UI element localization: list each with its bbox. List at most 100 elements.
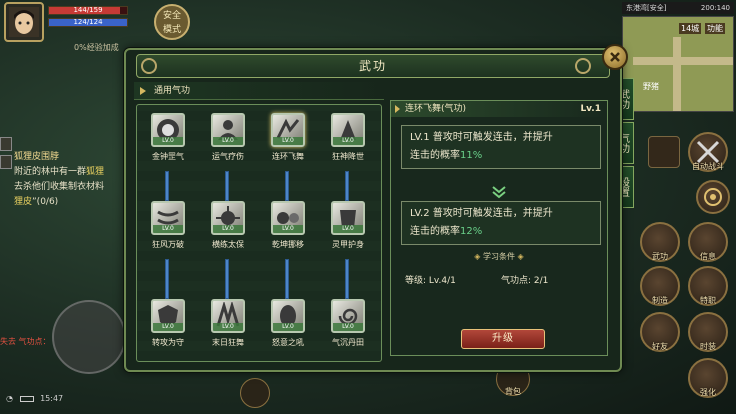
skill-name: 灵甲护身 [332,240,364,249]
battery-icon [19,395,34,402]
mall-label: 时装 [700,342,716,351]
skill-level: LV.0 [153,225,183,233]
skill-yunqi[interactable]: LV.0 运气疗伤 [199,113,255,177]
level2-description: LV.2 普攻时可触发连击，并提升 连击的概率12% [401,201,601,245]
skill-name: 转攻为守 [152,338,184,347]
skill-kuangfeng[interactable]: LV.0 狂风万破 [139,201,195,265]
minimap[interactable]: 14城 功能 野猪 [622,16,734,112]
skill-nuyi[interactable]: LV.0 怒意之吼 [259,299,315,363]
skill-slot-1[interactable] [648,136,680,168]
strengthen-label: 强化 [700,388,716,397]
skill-icon: LV.0 [151,299,185,333]
safe-mode-button[interactable]: 安全 模式 [154,4,190,40]
special-label: 特职 [700,296,716,305]
skill-lianhuan[interactable]: LV.0 连环飞舞 [259,113,315,177]
skill-name: 运气疗伤 [212,152,244,161]
close-icon [610,52,620,62]
quest-progress: ”(0/6) [32,197,59,207]
craft-button[interactable]: 制造 [640,266,680,306]
level1-line2: 连击的概率 [410,150,460,161]
skill-lingjia[interactable]: LV.0 灵甲护身 [319,201,375,265]
strengthen-button[interactable]: 强化 [688,358,728,398]
map-coords: 200:140 [700,4,730,12]
quest-item: 狸皮 [14,197,33,207]
player-avatar[interactable] [4,2,44,42]
swirl-left-icon: ◈ [474,252,483,261]
ornament-left-icon [141,58,157,74]
close-button[interactable] [602,44,628,70]
area-name: 东港湾[安全] [626,4,667,12]
skill-level: LV.0 [273,323,303,331]
exp-bonus-text: 0%经验加成 [74,43,119,52]
skill-icon: LV.0 [151,113,185,147]
skill-icon: LV.0 [271,201,305,235]
skill-level: LV.0 [333,323,363,331]
skill-icon: LV.0 [271,113,305,147]
skill-grid: LV.0 金钟罡气 LV.0 运气疗伤 LV.0 连环飞舞 LV.0 狂神降世 … [136,104,382,362]
skill-icon: LV.0 [211,201,245,235]
skill-qiankun[interactable]: LV.0 乾坤挪移 [259,201,315,265]
skill-name: 连环飞舞 [272,152,304,161]
friends-button[interactable]: 好友 [640,312,680,352]
chevron-down-icon [492,186,506,199]
skill-qichen[interactable]: LV.0 气沉丹田 [319,299,375,363]
auto-battle-button[interactable]: 自动战斗 [688,132,728,172]
device-status-bar: ◔ 15:47 [6,394,63,403]
requirements-label: 学习条件 [483,252,515,261]
team-toggle-button[interactable] [0,155,12,169]
requirements-title: ◈ 学习条件 ◈ [391,251,607,262]
detail-header: 连环飞舞(气功) Lv.1 [391,101,607,117]
map-marker-city: 14城 [679,23,702,34]
friends-label: 好友 [652,342,668,351]
skill-zhuangong[interactable]: LV.0 转攻为守 [139,299,195,363]
quest-toggle-button[interactable] [0,137,12,151]
upgrade-button[interactable]: 升级 [461,329,545,349]
hp-bar: 144/159 [48,6,128,15]
movement-joystick[interactable] [52,300,126,374]
dialog-title: 武功 [358,59,387,73]
target-lock-button[interactable] [696,180,730,214]
skill-icon: LV.0 [271,299,305,333]
wugong-dialog: 武功 通用气功 LV.0 金钟罡气 LV.0 运气疗伤 LV.0 连环飞舞 LV… [124,44,628,372]
required-level: 等级: Lv.4/1 [405,276,456,286]
detail-skill-name: 连环飞舞(气功) [405,104,467,114]
skill-level: LV.0 [273,137,303,145]
skill-name: 乾坤挪移 [272,240,304,249]
skill-icon: LV.0 [331,299,365,333]
skill-icon: LV.0 [211,299,245,333]
ornament-right-icon [575,58,591,74]
skill-mori[interactable]: LV.0 末日狂舞 [199,299,255,363]
skill-kuangshen[interactable]: LV.0 狂神降世 [319,113,375,177]
clock-text: 15:47 [40,394,64,403]
skill-name: 狂神降世 [332,152,364,161]
wugong-button[interactable]: 武功 [640,222,680,262]
mode-label: 模式 [162,25,181,35]
skill-name: 气沉丹田 [332,338,364,347]
skill-henglian[interactable]: LV.0 横练太保 [199,201,255,265]
player-status: 144/159 124/124 安全 模式 0%经验加成 [4,2,194,54]
map-marker-function: 功能 [705,23,725,34]
skill-name: 横练太保 [212,240,244,249]
special-button[interactable]: 特职 [688,266,728,306]
character-menu-button[interactable] [240,378,270,408]
skill-icon: LV.0 [331,113,365,147]
level1-description: LV.1 普攻时可触发连击，并提升 连击的概率11% [401,125,601,169]
quest-line1: 附近的林中有一群 [14,167,87,177]
skill-level: LV.0 [213,225,243,233]
quest-target: 狐狸 [86,167,105,177]
craft-label: 制造 [652,296,668,305]
info-button[interactable]: 信息 [688,222,728,262]
skill-jinzhong[interactable]: LV.0 金钟罡气 [139,113,195,177]
triangle-icon [140,87,146,95]
skill-level: LV.0 [333,137,363,145]
wifi-icon: ◔ [6,394,13,403]
mall-button[interactable]: 时装 [688,312,728,352]
section-header: 通用气功 [134,82,384,100]
hp-text: 144/159 [73,6,103,14]
skill-name: 怒意之吼 [272,338,304,347]
level2-percent: 12% [460,226,483,237]
mp-text: 124/124 [73,18,103,26]
level2-line2: 连击的概率 [410,226,460,237]
skill-name: 金钟罡气 [152,152,184,161]
map-header: 东港湾[安全] 200:140 [622,2,734,14]
